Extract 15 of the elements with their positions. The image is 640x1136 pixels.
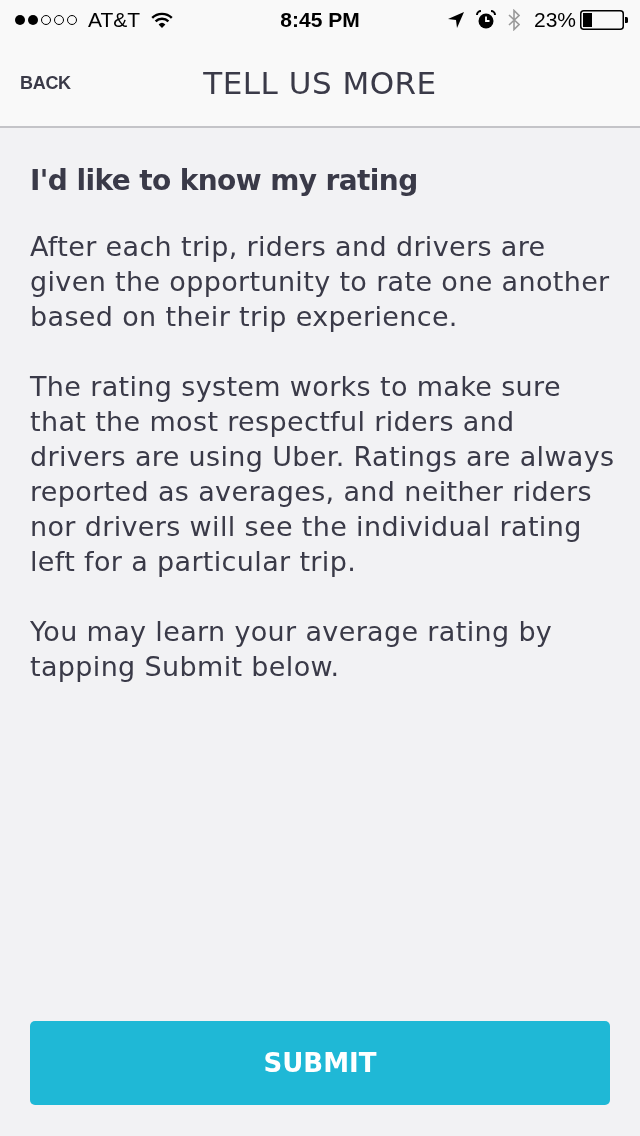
carrier-name: AT&T [88,8,141,32]
alarm-clock-icon [475,10,496,30]
question-heading: I'd like to know my rating [30,164,419,197]
screen-title: TELL US MORE [203,65,437,101]
wifi-icon [150,11,175,29]
status-time: 8:45 PM [280,8,360,32]
battery-percentage: 23% [533,8,576,32]
signal-strength-icon [14,14,78,26]
body-paragraph: You may learn your average rating by tapping Submit below. [30,615,554,684]
location-arrow-icon [447,12,464,28]
body-paragraph: The rating system works to make sure that the most respectful riders and drivers are using Uber. Ratings are always reported as averages, and neither riders nor drivers will see the individual rating left for a particular trip. [30,370,616,579]
back-button[interactable]: BACK [20,68,71,98]
battery-icon [580,10,628,30]
body-paragraph: After each trip, riders and drivers are given the opportunity to rate one another based on their trip experience. [30,230,611,334]
bluetooth-icon [507,9,520,31]
